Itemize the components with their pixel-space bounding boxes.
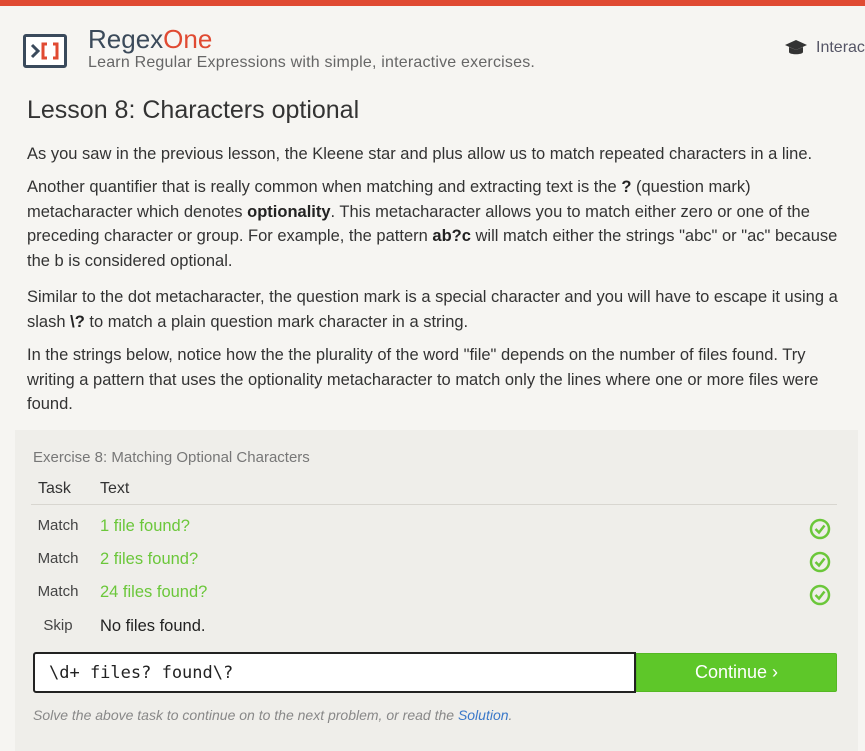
exercise-row: Match 24 files found? (15, 583, 858, 616)
solution-link[interactable]: Solution (458, 707, 509, 723)
interactive-link-label: Interac (816, 39, 865, 56)
brand-part-one: One (163, 24, 213, 54)
exercise-panel: Exercise 8: Matching Optional Characters… (15, 430, 858, 751)
hint-text: Solve the above task to continue on to t… (33, 707, 512, 723)
row-task: Match (37, 517, 79, 534)
row-text: 2 files found? (100, 550, 199, 568)
column-header-text: Text (100, 480, 130, 497)
row-text: 1 file found? (100, 517, 190, 535)
terminal-bracket-icon (30, 42, 59, 60)
regexone-logo-icon[interactable] (23, 34, 67, 68)
top-accent-bar (0, 0, 865, 6)
row-task: Match (37, 583, 79, 600)
tagline: Learn Regular Expressions with simple, i… (88, 54, 536, 71)
row-task: Skip (43, 617, 73, 634)
lesson-paragraph-2: Another quantifier that is really common… (27, 175, 852, 273)
row-text: No files found. (100, 617, 206, 635)
interactive-tutorial-link[interactable]: Interac (784, 39, 865, 57)
check-circle-icon (809, 518, 831, 540)
exercise-title: Exercise 8: Matching Optional Characters (33, 449, 310, 466)
lesson-paragraph-3: Similar to the dot metacharacter, the qu… (27, 285, 852, 334)
continue-button[interactable]: Continue › (636, 653, 837, 692)
regex-input[interactable] (33, 652, 636, 693)
p2-text-a: Another quantifier that is really common… (27, 178, 622, 196)
exercise-row: Match 1 file found? (15, 517, 858, 550)
lesson-title: Lesson 8: Characters optional (27, 96, 360, 124)
hint-suffix: . (508, 707, 513, 723)
check-circle-icon (809, 551, 831, 573)
p2-bold-optionality: optionality (247, 202, 331, 221)
lesson-paragraph-1: As you saw in the previous lesson, the K… (27, 145, 813, 163)
graduation-cap-icon (785, 40, 807, 55)
row-task: Match (37, 550, 79, 567)
p2-bold-pattern: ab?c (432, 227, 471, 245)
exercise-row: Skip No files found. (15, 617, 858, 650)
column-header-task: Task (38, 480, 71, 497)
check-circle-icon (809, 584, 831, 606)
brand-name[interactable]: RegexOne (88, 24, 212, 54)
lesson-paragraph-4: In the strings below, notice how the the… (27, 346, 819, 413)
brand-part-regex: Regex (88, 24, 164, 54)
p3-text-c: to match a plain question mark character… (84, 312, 469, 331)
hint-prefix: Solve the above task to continue on to t… (33, 707, 458, 723)
p3-bold-escape: \? (70, 312, 85, 331)
header-divider (31, 504, 837, 505)
p2-bold-question-mark: ? (621, 178, 632, 196)
exercise-row: Match 2 files found? (15, 550, 858, 583)
row-text: 24 files found? (100, 583, 208, 601)
